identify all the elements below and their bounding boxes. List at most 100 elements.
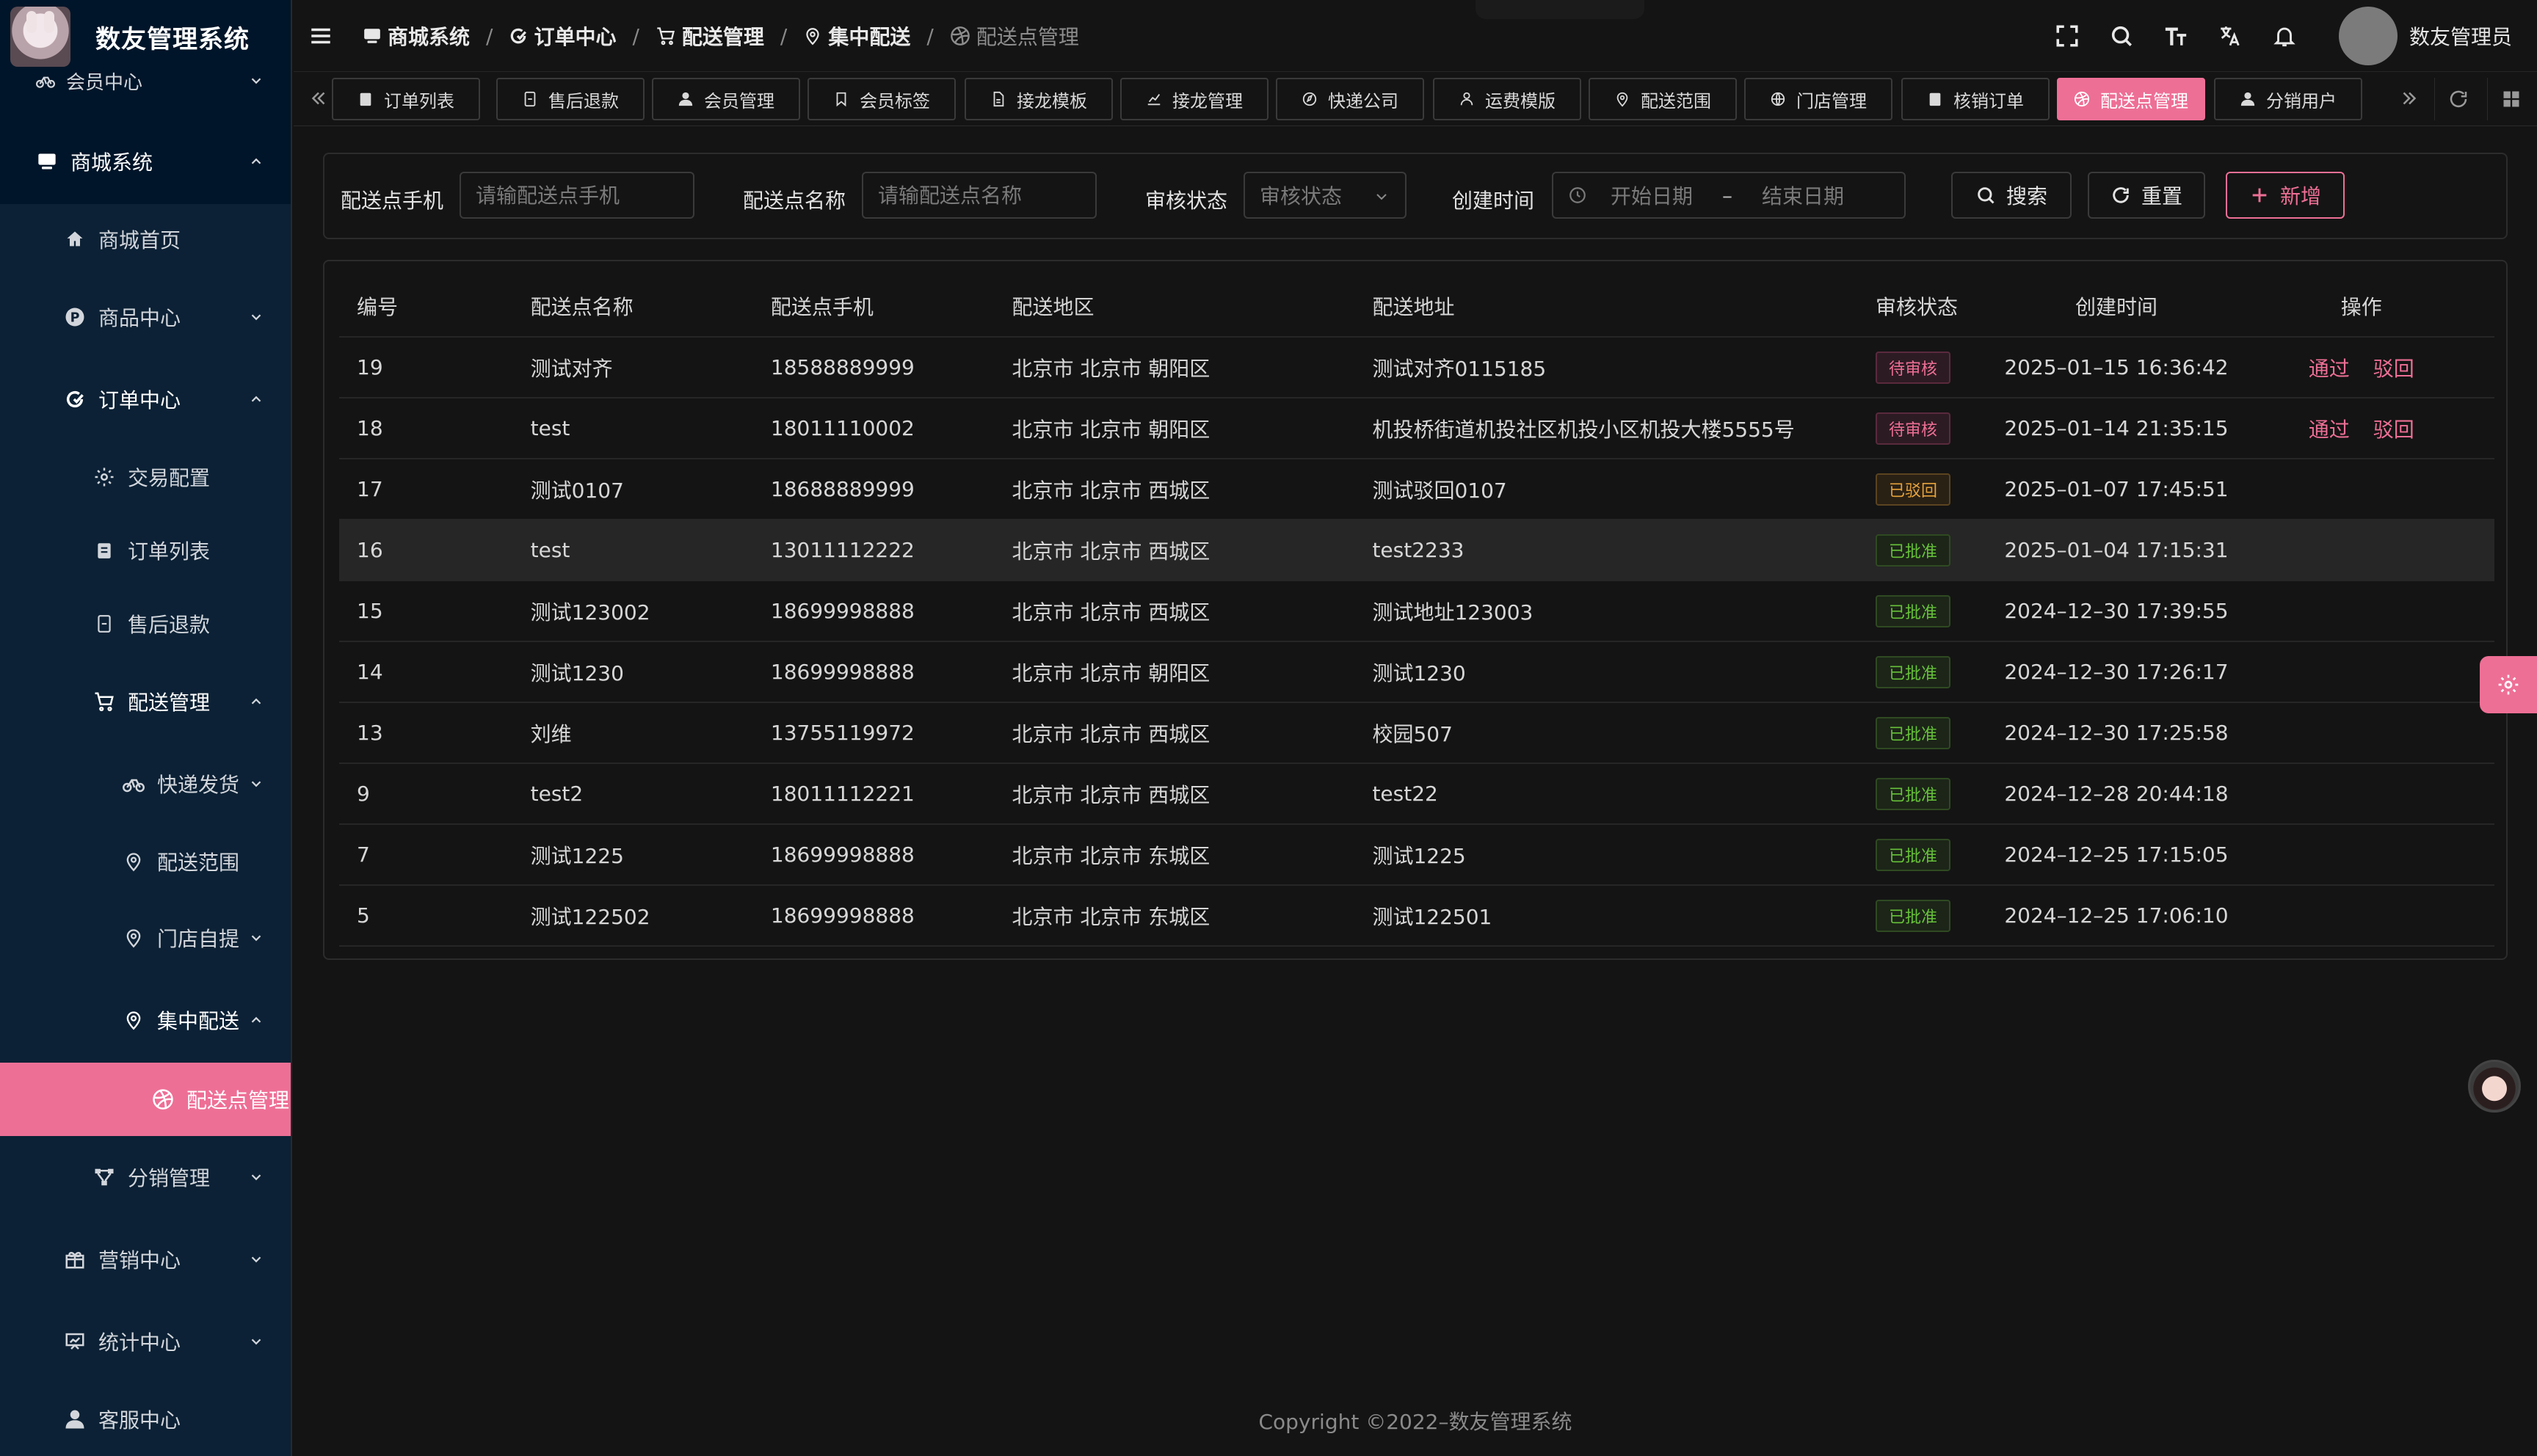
table-row[interactable]: 16 test 13011112222 北京市 北京市 西城区 test2233 已批准 2… — [339, 520, 2494, 581]
sidebar-item-mall-home[interactable]: 商城首页 — [0, 222, 291, 257]
tab-item[interactable]: 接龙模板 — [965, 78, 1113, 120]
location-icon — [122, 926, 145, 950]
cell-actions — [2228, 641, 2494, 703]
sidebar-item-express-shipping[interactable]: 快递发货 — [0, 766, 291, 801]
reject-link[interactable]: 驳回 — [2373, 418, 2414, 442]
sidebar-item-order-list[interactable]: 订单列表 — [0, 533, 291, 568]
sidebar-item-mall-system[interactable]: 商城系统 — [0, 144, 291, 179]
chevron-down-icon — [251, 314, 261, 321]
tab-item[interactable]: 门店管理 — [1744, 78, 1892, 120]
tabs-bar: 订单列表 售后退款 会员管理 会员标签 接龙模板 接龙管理 快递公司 运费模版 配送范围 门店管理… — [294, 73, 2537, 126]
sidebar-item-stats-center[interactable]: 统计中心 — [0, 1324, 291, 1359]
cell-actions — [2228, 459, 2494, 520]
tab-item[interactable]: 核销订单 — [1901, 78, 2050, 120]
refresh-icon[interactable] — [2434, 78, 2481, 120]
cell-actions — [2228, 580, 2494, 642]
sidebar-item-central-delivery[interactable]: 集中配送 — [0, 1002, 291, 1038]
status-badge: 已批准 — [1875, 777, 1950, 810]
phone-input[interactable] — [460, 172, 694, 219]
app-title: 数友管理系统 — [95, 24, 250, 54]
cell-created: 2024–12–28 20:44:18 — [2004, 763, 2229, 825]
sidebar-item-service-center[interactable]: 客服中心 — [0, 1402, 291, 1437]
sidebar-item-after-sales[interactable]: 售后退款 — [0, 606, 291, 641]
table-row[interactable]: 17 测试0107 18688889999 北京市 北京市 西城区 测试驳回0107 已驳… — [339, 459, 2494, 520]
font-size-icon[interactable] — [2161, 21, 2191, 51]
user-name[interactable]: 数友管理员 — [2409, 21, 2512, 51]
translate-icon[interactable] — [2215, 21, 2245, 51]
status-badge: 待审核 — [1875, 351, 1950, 384]
tabs-scroll-left-icon[interactable] — [304, 84, 333, 113]
add-button[interactable]: 新增 — [2226, 172, 2345, 219]
cell-region: 北京市 北京市 西城区 — [1012, 520, 1373, 581]
breadcrumb-item[interactable]: 订单中心 — [509, 21, 616, 51]
sidebar-item-marketing-center[interactable]: 营销中心 — [0, 1242, 291, 1277]
search-icon[interactable] — [2107, 21, 2136, 51]
clipboard-icon — [92, 539, 116, 562]
sidebar-item-delivery-range[interactable]: 配送范围 — [0, 844, 291, 879]
tab-item[interactable]: 接龙管理 — [1120, 78, 1268, 120]
breadcrumb-item[interactable]: 商城系统 — [363, 21, 470, 51]
cell-address: 测试122501 — [1372, 885, 1876, 947]
status-select[interactable]: 审核状态 — [1244, 172, 1407, 219]
table-row[interactable]: 7 测试1225 18699998888 北京市 北京市 东城区 测试1225 已批准 20… — [339, 824, 2494, 886]
table-row[interactable]: 9 test2 18011112221 北京市 北京市 西城区 test22 已批准 202… — [339, 763, 2494, 825]
sidebar-item-distribution-mgmt[interactable]: 分销管理 — [0, 1160, 291, 1195]
sidebar-item-label: 会员中心 — [66, 71, 143, 94]
grid-icon[interactable] — [2487, 78, 2534, 120]
sidebar-item-label: 分销管理 — [128, 1166, 211, 1190]
cell-phone: 13755119972 — [770, 702, 1012, 764]
start-date-placeholder: 开始日期 — [1611, 184, 1694, 208]
sidebar-item-member-center[interactable]: 会员中心 — [0, 68, 291, 94]
tab-item[interactable]: 配送范围 — [1589, 78, 1737, 120]
tab-item[interactable]: 分销用户 — [2214, 78, 2362, 120]
breadcrumb-item[interactable]: 配送管理 — [656, 21, 764, 51]
tab-item[interactable]: 配送点管理 — [2057, 78, 2205, 120]
cell-status: 已批准 — [1875, 702, 2005, 764]
fullscreen-icon[interactable] — [2053, 21, 2082, 51]
breadcrumb-item[interactable]: 集中配送 — [803, 21, 910, 51]
tab-item[interactable]: 会员标签 — [807, 78, 956, 120]
cell-status: 已批准 — [1875, 641, 2005, 703]
table-row[interactable]: 14 测试1230 18699998888 北京市 北京市 朝阳区 测试1230 已批准 2… — [339, 641, 2494, 703]
date-range-picker[interactable]: 开始日期 – 结束日期 — [1552, 172, 1906, 219]
tab-item[interactable]: 售后退款 — [496, 78, 645, 120]
table-row[interactable]: 15 测试123002 18699998888 北京市 北京市 西城区 测试地址1230… — [339, 580, 2494, 642]
tab-item[interactable]: 订单列表 — [332, 78, 480, 120]
sidebar-item-delivery-mgmt[interactable]: 配送管理 — [0, 684, 291, 719]
approve-link[interactable]: 通过 — [2309, 357, 2350, 381]
search-button[interactable]: 搜索 — [1951, 172, 2072, 219]
avatar[interactable] — [2338, 7, 2398, 65]
tab-item[interactable]: 快递公司 — [1276, 78, 1424, 120]
compass-icon — [1302, 91, 1318, 107]
tabs-scroll-right-icon[interactable] — [2395, 84, 2424, 113]
cell-id: 15 — [339, 580, 531, 642]
plus-icon — [2252, 188, 2267, 203]
reject-link[interactable]: 驳回 — [2373, 357, 2414, 381]
table-row[interactable]: 13 刘维 13755119972 北京市 北京市 西城区 校园507 已批准 2024–1… — [339, 702, 2494, 764]
table-row[interactable]: 5 测试122502 18699998888 北京市 北京市 东城区 测试122501 已… — [339, 885, 2494, 947]
end-date-placeholder: 结束日期 — [1762, 184, 1845, 208]
tab-item[interactable]: 会员管理 — [652, 78, 800, 120]
cell-region: 北京市 北京市 朝阳区 — [1012, 337, 1373, 398]
cell-address: 测试1225 — [1372, 824, 1876, 886]
assistant-avatar[interactable] — [2468, 1060, 2521, 1113]
bell-icon[interactable] — [2270, 21, 2299, 51]
sidebar-item-order-center[interactable]: 订单中心 — [0, 382, 291, 417]
name-input[interactable] — [862, 172, 1097, 219]
table-row[interactable]: 19 测试对齐 18588889999 北京市 北京市 朝阳区 测试对齐0115185 待… — [339, 337, 2494, 398]
theme-settings-button[interactable] — [2480, 656, 2537, 713]
tab-label: 订单列表 — [384, 90, 454, 112]
tab-item[interactable]: 运费模版 — [1433, 78, 1581, 120]
sidebar-item-store-pickup[interactable]: 门店自提 — [0, 920, 291, 956]
table-row[interactable]: 18 test 18011110002 北京市 北京市 朝阳区 机投桥街道机投社区机投小… — [339, 398, 2494, 459]
cell-address: test2233 — [1372, 520, 1876, 581]
approve-link[interactable]: 通过 — [2309, 418, 2350, 442]
sidebar-item-delivery-point-mgmt[interactable]: 配送点管理 — [0, 1082, 291, 1117]
sidebar-item-trade-config[interactable]: 交易配置 — [0, 459, 291, 495]
cell-phone: 18011112221 — [770, 763, 1012, 825]
sidebar-item-product-center[interactable]: P 商品中心 — [0, 299, 291, 335]
cell-actions — [2228, 520, 2494, 581]
reset-button[interactable]: 重置 — [2088, 172, 2205, 219]
phone-label: 配送点手机 — [341, 189, 444, 213]
menu-toggle-icon[interactable] — [308, 23, 333, 48]
